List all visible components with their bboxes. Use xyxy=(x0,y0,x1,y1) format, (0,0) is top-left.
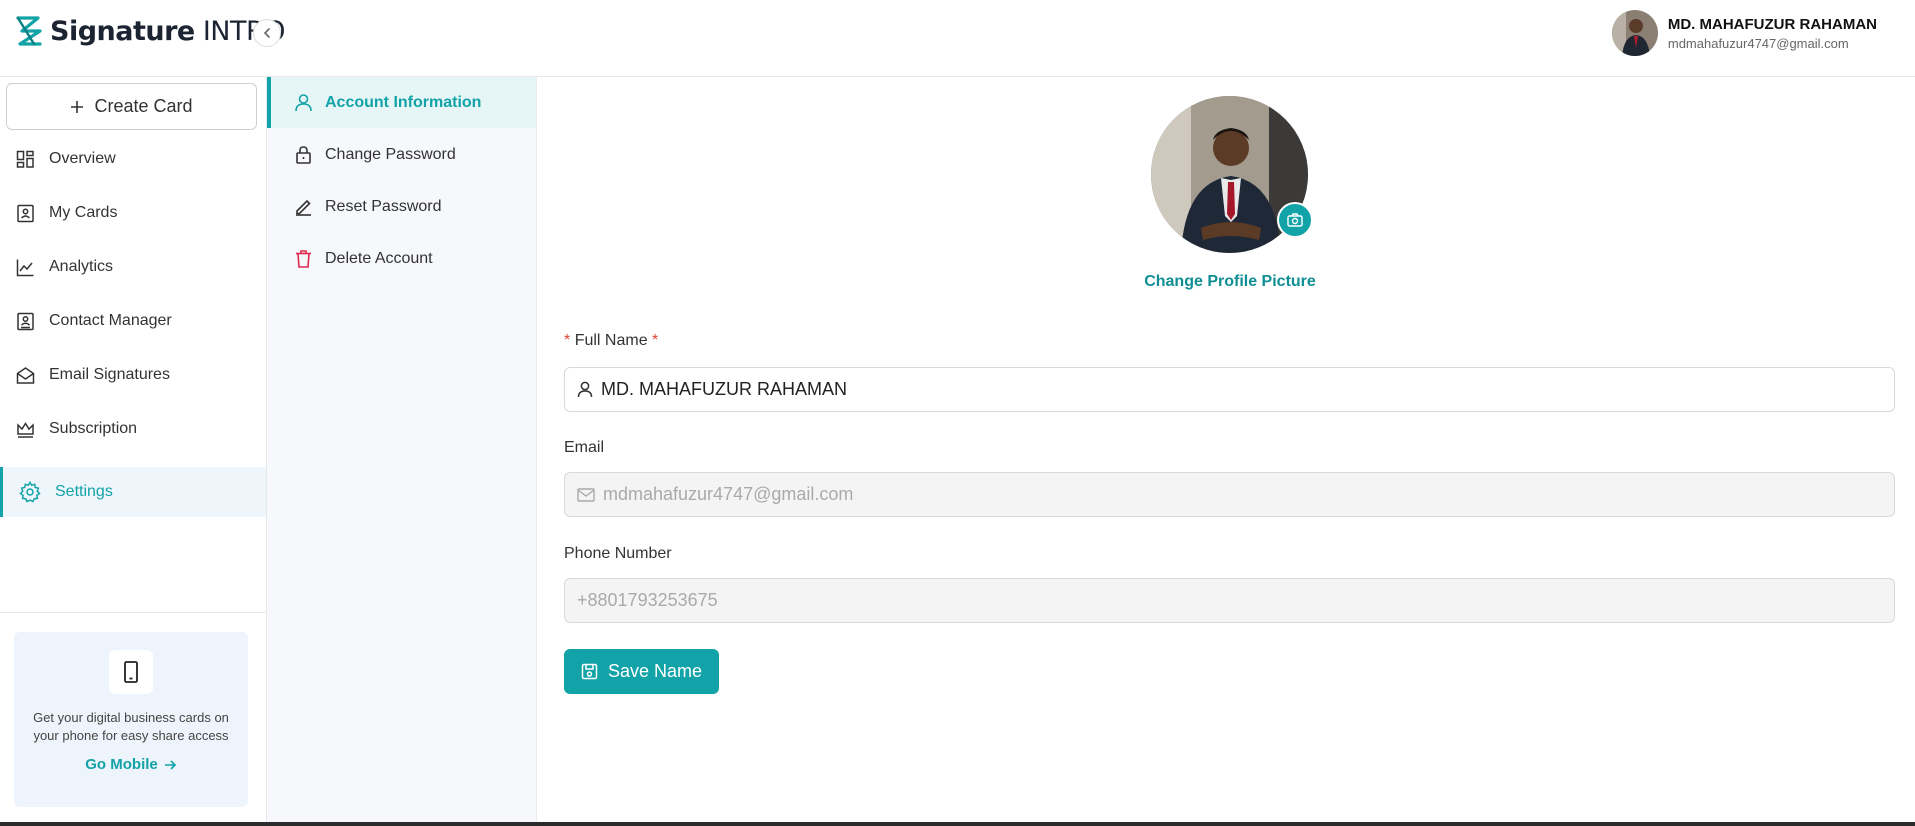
user-email: mdmahafuzur4747@gmail.com xyxy=(1667,35,1849,51)
sidebar-item-my-cards[interactable]: My Cards xyxy=(0,188,266,238)
settings-tab-label: Delete Account xyxy=(325,249,433,267)
full-name-value: MD. MAHAFUZUR RAHAMAN xyxy=(601,379,847,399)
user-name: MD. MAHAFUZUR RAHAMAN xyxy=(1667,15,1877,33)
avatar xyxy=(1611,10,1658,56)
sidebar-item-label: Subscription xyxy=(49,420,138,437)
required-mark: * xyxy=(652,332,659,349)
brand-name-bold: Signature xyxy=(50,15,195,47)
chevron-left-icon xyxy=(263,28,270,38)
sidebar-item-contact-manager[interactable]: Contact Manager xyxy=(0,296,266,346)
sidebar-divider xyxy=(0,612,266,613)
full-name-label-text: Full Name xyxy=(574,332,648,349)
sidebar-item-label: Email Signatures xyxy=(49,366,170,383)
sidebar-item-email-signatures[interactable]: Email Signatures xyxy=(0,350,266,400)
smartphone-icon xyxy=(124,661,138,683)
required-mark: * xyxy=(564,332,571,349)
arrow-right-icon xyxy=(164,759,176,770)
create-card-label: Create Card xyxy=(94,96,193,116)
sidebar-item-subscription[interactable]: Subscription xyxy=(0,404,266,454)
user-icon xyxy=(577,381,593,398)
save-icon xyxy=(581,663,598,680)
go-mobile-promo: Get your digital business cards on your … xyxy=(14,632,248,807)
email-value: mdmahafuzur4747@gmail.com xyxy=(603,484,854,504)
go-mobile-link[interactable]: Go Mobile xyxy=(85,756,177,773)
sidebar-item-overview[interactable]: Overview xyxy=(0,134,266,184)
settings-tab-delete-account[interactable]: Delete Account xyxy=(267,233,536,284)
card-icon xyxy=(17,204,34,222)
settings-tab-label: Reset Password xyxy=(325,197,442,215)
full-name-field[interactable]: MD. MAHAFUZUR RAHAMAN xyxy=(564,367,1895,412)
save-name-label: Save Name xyxy=(607,661,703,681)
save-name-button[interactable]: Save Name xyxy=(564,649,719,694)
grid-icon xyxy=(16,150,34,168)
top-header: Signature INTRO MD. MAHAFUZUR RAHAMAN md… xyxy=(0,0,1915,77)
settings-tab-change-password[interactable]: Change Password xyxy=(267,129,536,180)
sidebar-item-label: Analytics xyxy=(49,258,114,275)
create-card-button[interactable]: Create Card xyxy=(6,83,257,130)
main-sidebar: Create Card Overview My Cards Analytics … xyxy=(0,77,267,826)
full-name-label: * Full Name * xyxy=(564,332,658,350)
promo-text: Get your digital business cards on your … xyxy=(33,710,229,743)
user-menu[interactable]: MD. MAHAFUZUR RAHAMAN mdmahafuzur4747@gm… xyxy=(1611,10,1877,56)
sidebar-item-analytics[interactable]: Analytics xyxy=(0,242,266,292)
settings-nav: Account Information Change Password Rese… xyxy=(267,77,537,826)
email-field: mdmahafuzur4747@gmail.com xyxy=(564,472,1895,517)
settings-tab-reset-password[interactable]: Reset Password xyxy=(267,181,536,232)
sidebar-item-settings[interactable]: Settings xyxy=(0,467,266,517)
sidebar-item-label: My Cards xyxy=(49,204,118,221)
crown-icon xyxy=(17,421,34,438)
settings-tab-account-information[interactable]: Account Information xyxy=(267,77,536,128)
window-bottom-edge xyxy=(0,822,1915,826)
sidebar-item-label: Contact Manager xyxy=(49,312,172,329)
collapse-sidebar-button[interactable] xyxy=(253,19,281,47)
brand-name: Signature INTRO xyxy=(50,15,286,47)
email-label: Email xyxy=(564,439,605,456)
phone-number-label: Phone Number xyxy=(564,545,672,562)
phone-number-value: +8801793253675 xyxy=(577,590,718,610)
phone-number-field: +8801793253675 xyxy=(564,578,1895,623)
account-information-panel: Change Profile Picture * Full Name * MD.… xyxy=(537,77,1915,826)
gear-icon xyxy=(19,481,41,503)
mail-icon xyxy=(577,487,595,502)
settings-tab-label: Change Password xyxy=(325,145,456,163)
lock-icon xyxy=(296,146,311,164)
user-icon xyxy=(295,94,312,112)
sidebar-item-label: Overview xyxy=(49,150,116,167)
promo-icon-box xyxy=(109,650,153,694)
change-profile-picture-link[interactable]: Change Profile Picture xyxy=(1101,273,1359,291)
settings-tab-label: Account Information xyxy=(325,93,482,111)
envelope-open-icon xyxy=(16,366,35,384)
go-mobile-label: Go Mobile xyxy=(85,756,158,773)
pen-icon xyxy=(296,199,311,216)
sidebar-item-label: Settings xyxy=(55,483,113,500)
chart-line-icon xyxy=(16,259,34,276)
camera-icon xyxy=(1287,213,1303,227)
plus-icon xyxy=(71,100,84,113)
trash-icon xyxy=(296,250,311,268)
contact-book-icon xyxy=(17,312,34,330)
brand-logo[interactable]: Signature INTRO xyxy=(14,14,286,48)
logo-mark-icon xyxy=(16,16,42,46)
change-photo-button[interactable] xyxy=(1277,202,1313,238)
